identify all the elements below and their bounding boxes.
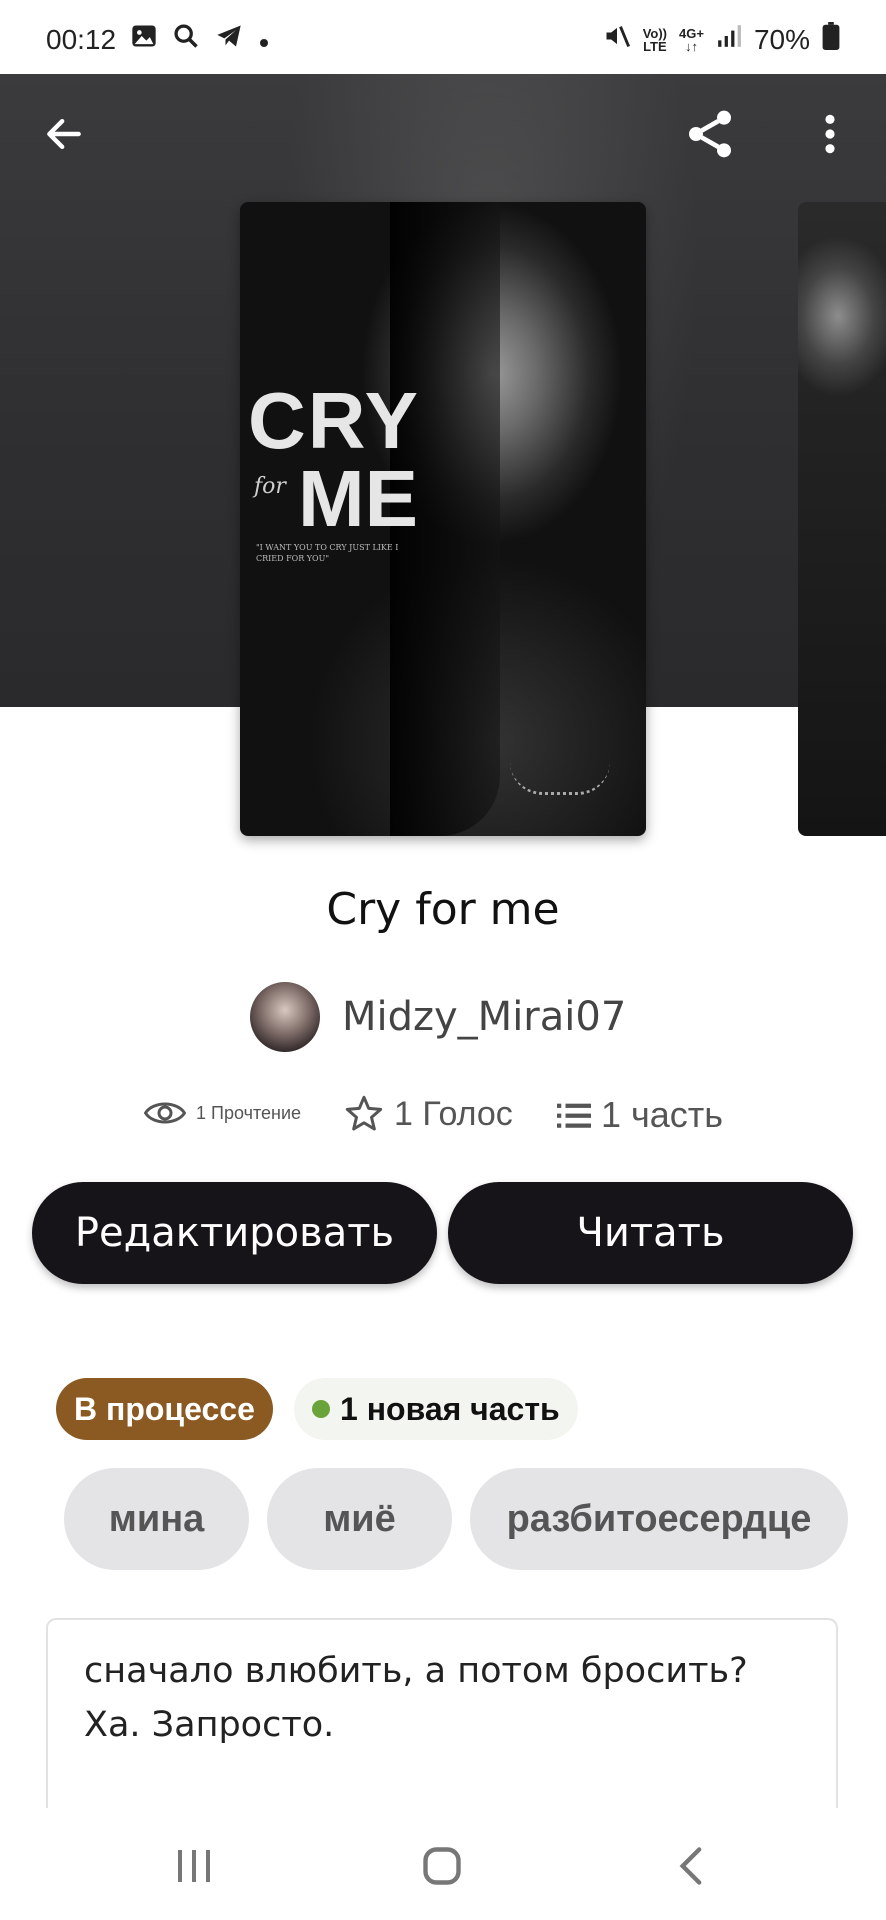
gallery-icon: [130, 22, 158, 57]
star-icon: [345, 1095, 383, 1131]
list-icon: [557, 1103, 591, 1128]
network-indicator: 4G+ ↓↑: [679, 27, 704, 53]
votes-count: 1 Голос: [394, 1094, 513, 1133]
tag-chip[interactable]: мина: [64, 1468, 249, 1570]
status-badge: В процессе: [56, 1378, 273, 1440]
new-part-label: 1 новая часть: [340, 1390, 560, 1427]
share-icon: [689, 110, 731, 158]
volte-indicator: Vo)) LTE: [643, 27, 667, 53]
signal-icon: [716, 23, 742, 56]
description-line: сначало влюбить, а потом бросить?: [84, 1651, 748, 1691]
story-stats: 1 Прочтение 1 Голос 1 часть: [0, 1094, 886, 1144]
notification-dot-icon: [258, 24, 270, 56]
battery-icon: [822, 22, 840, 57]
telegram-icon: [214, 22, 244, 57]
data-arrows-icon: ↓↑: [684, 38, 698, 54]
arrow-left-icon: [47, 118, 81, 150]
description-line: Ха. Запросто.: [84, 1705, 335, 1745]
system-nav-bar: [0, 1808, 886, 1920]
home-button[interactable]: [412, 1844, 472, 1888]
author-row[interactable]: Midzy_Mirai07: [250, 982, 626, 1052]
tag-chip[interactable]: разбитоесердце: [470, 1468, 848, 1570]
reads-count: 1 Прочтение: [196, 1102, 302, 1123]
battery-percent: 70%: [753, 23, 810, 55]
edit-button[interactable]: Редактировать: [32, 1182, 437, 1284]
avatar[interactable]: [250, 982, 320, 1052]
mute-icon: [603, 22, 631, 57]
recents-icon: [178, 1850, 210, 1882]
status-bar: 00:12 Vo)) LTE 4G+ ↓↑ 70%: [0, 0, 886, 74]
read-button[interactable]: Читать: [448, 1182, 853, 1284]
home-icon: [423, 1847, 461, 1885]
parts-count: 1 часть: [601, 1094, 724, 1135]
reads-stat: 1 Прочтение: [144, 1098, 301, 1128]
book-cover[interactable]: CRY for ME "I WANT YOU TO CRY JUST LIKE …: [240, 202, 646, 836]
volte-top: Vo)): [642, 25, 668, 41]
votes-stat: 1 Голос: [344, 1094, 513, 1134]
more-options-button[interactable]: [800, 104, 860, 164]
story-title: Cry for me: [326, 884, 560, 935]
chevron-left-icon: [679, 1847, 702, 1885]
author-name[interactable]: Midzy_Mirai07: [342, 994, 626, 1040]
back-button[interactable]: [34, 104, 94, 164]
eye-icon: [144, 1102, 186, 1124]
new-dot-icon: [312, 1400, 330, 1418]
new-part-badge[interactable]: 1 новая часть: [294, 1378, 578, 1440]
status-time: 00:12: [46, 23, 117, 55]
tag-chip[interactable]: миё: [267, 1468, 452, 1570]
parts-stat: 1 часть: [557, 1094, 723, 1136]
search-icon: [172, 22, 200, 57]
cover-title-for: for: [254, 474, 286, 499]
network-type: 4G+: [679, 25, 704, 41]
recent-apps-button[interactable]: [164, 1844, 224, 1888]
cover-quote: "I WANT YOU TO CRY JUST LIKE I CRIED FOR…: [256, 543, 399, 563]
cover-necklace: [510, 762, 610, 795]
share-button[interactable]: [680, 104, 740, 164]
volte-bottom: LTE: [643, 38, 667, 54]
kebab-menu-icon: [825, 114, 835, 154]
back-nav-button[interactable]: [660, 1844, 720, 1888]
cover-title: CRY for ME: [248, 381, 420, 539]
next-book-cover[interactable]: [798, 202, 886, 836]
